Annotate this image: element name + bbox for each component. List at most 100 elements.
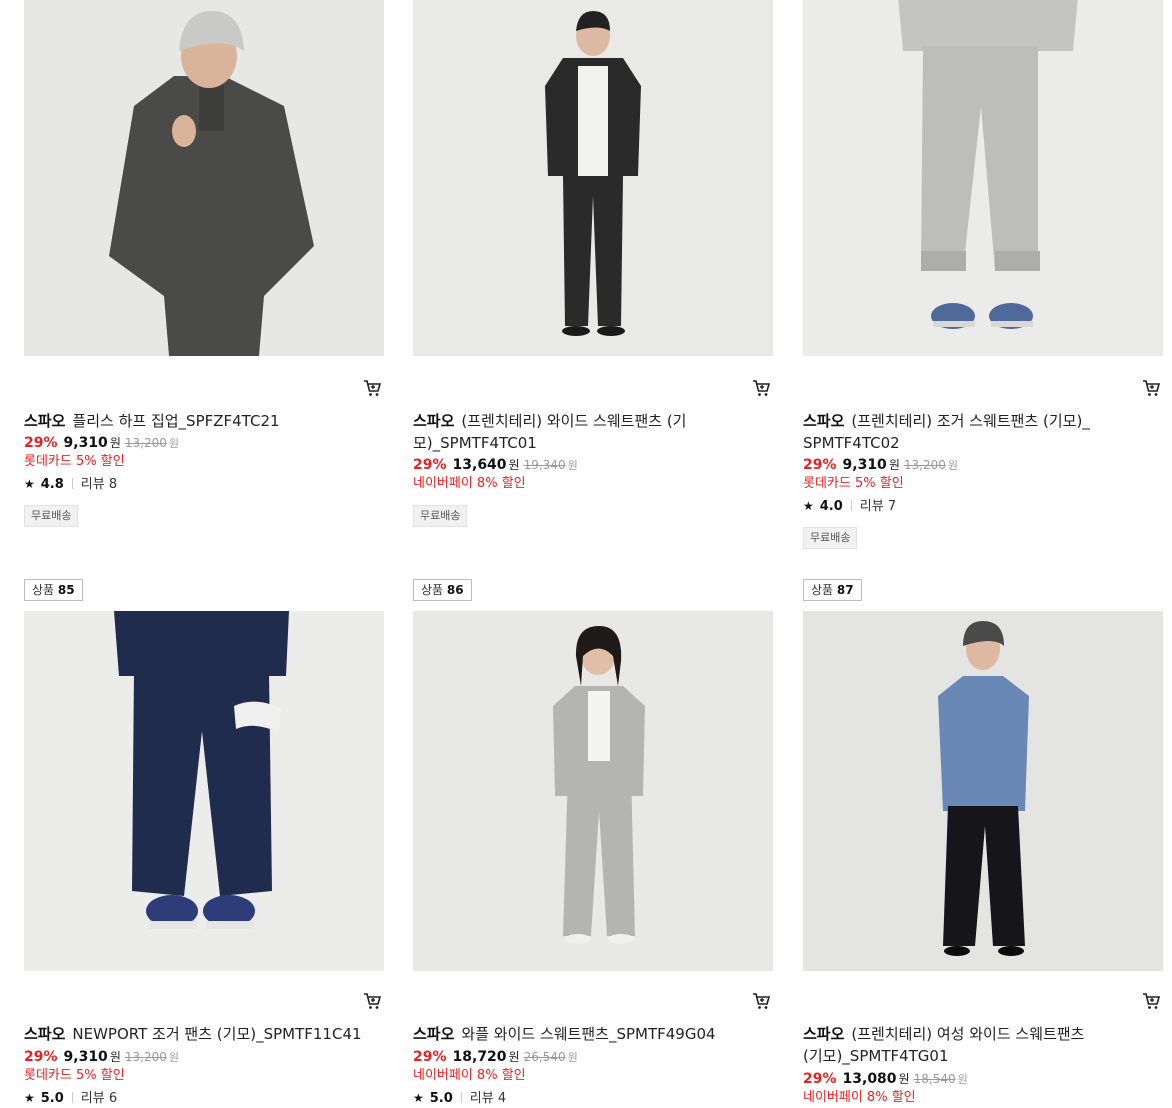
original-price: 13,200 [124,1050,167,1064]
price-row: 29% 9,310 원 13,200 원 [803,455,958,476]
currency-unit: 원 [508,1050,520,1064]
product-name: 플리스 하프 집업_SPFZF4TC21 [72,412,280,430]
product-title[interactable]: 스파오 와플 와이드 스웨트팬츠_SPMTF49G04 [413,1023,753,1045]
currency-unit: 원 [168,437,179,450]
original-price: 26,540 [523,1050,566,1064]
cart-icon[interactable] [1141,378,1161,398]
divider [71,478,73,489]
divider [71,1092,73,1103]
rating-score: 4.0 [819,499,843,514]
price-row: 29% 18,720 원 26,540 원 [413,1047,578,1068]
rating-score: 5.0 [40,1091,64,1106]
divider [460,1092,462,1103]
price-row: 29% 9,310 원 13,200 원 [24,1047,179,1068]
product-image[interactable] [803,611,1163,971]
free-shipping-tag: 무료배송 [24,505,79,527]
original-price: 19,340 [523,458,566,472]
rank-label: 상품 [811,583,834,597]
rank-number: 85 [57,583,75,597]
rating-row: ★ 5.0 리뷰 4 [413,1089,506,1108]
discount-rate: 29% [24,435,58,451]
rank-badge: 상품 86 [413,579,472,601]
currency-unit: 원 [888,458,900,472]
star-icon: ★ [24,477,35,491]
card-promo: 롯데카드 5% 할인 [803,476,904,491]
sale-price: 9,310 [842,457,887,473]
brand-name: 스파오 [24,1025,66,1043]
rank-number: 86 [446,583,464,597]
sale-price: 13,080 [842,1071,897,1087]
brand-name: 스파오 [803,1025,845,1043]
cart-icon[interactable] [751,378,771,398]
product-image[interactable] [803,0,1163,356]
currency-unit: 원 [567,1051,578,1064]
product-name: (프렌치테리) 와이드 스웨트팬츠 (기모)_SPMTF4TC01 [413,412,687,452]
rank-badge: 상품 85 [24,579,83,601]
rank-number: 87 [836,583,854,597]
currency-unit: 원 [957,1073,968,1086]
product-title[interactable]: 스파오 (프렌치테리) 조거 스웨트팬츠 (기모)_SPMTF4TC02 [803,410,1093,454]
product-name: (프렌치테리) 여성 와이드 스웨트팬츠 (기모)_SPMTF4TG01 [803,1025,1085,1065]
currency-unit: 원 [567,459,578,472]
rank-badge: 상품 87 [803,579,862,601]
original-price: 13,200 [124,436,167,450]
currency-unit: 원 [947,459,958,472]
star-icon: ★ [24,1091,35,1105]
sale-price: 13,640 [452,457,507,473]
product-image[interactable] [413,611,773,971]
cart-icon[interactable] [751,991,771,1011]
rank-label: 상품 [421,583,444,597]
original-price: 18,540 [913,1072,956,1086]
product-title[interactable]: 스파오 플리스 하프 집업_SPFZF4TC21 [24,410,314,432]
rating-row: ★ 4.8 리뷰 8 [24,475,117,494]
currency-unit: 원 [109,436,121,450]
card-promo: 네이버페이 8% 할인 [803,1090,916,1105]
card-promo: 네이버페이 8% 할인 [413,1068,526,1083]
product-image[interactable] [413,0,773,356]
card-promo: 롯데카드 5% 할인 [24,454,125,469]
free-shipping-tag: 무료배송 [413,505,468,527]
rating-score: 4.8 [40,477,64,492]
product-title[interactable]: 스파오 NEWPORT 조거 팬츠 (기모)_SPMTF11C41 [24,1023,364,1045]
product-image[interactable] [24,0,384,356]
discount-rate: 29% [803,1071,837,1087]
sale-price: 9,310 [63,1049,108,1065]
discount-rate: 29% [803,457,837,473]
rank-label: 상품 [32,583,55,597]
free-shipping-tag: 무료배송 [803,527,858,549]
brand-name: 스파오 [413,412,455,430]
product-image[interactable] [24,611,384,971]
currency-unit: 원 [168,1051,179,1064]
review-count: 리뷰 6 [80,1091,118,1106]
sale-price: 18,720 [452,1049,507,1065]
brand-name: 스파오 [24,412,66,430]
product-title[interactable]: 스파오 (프렌치테리) 여성 와이드 스웨트팬츠 (기모)_SPMTF4TG01 [803,1023,1093,1067]
card-promo: 네이버페이 8% 할인 [413,476,526,491]
sale-price: 9,310 [63,435,108,451]
currency-unit: 원 [508,458,520,472]
rating-row: ★ 4.0 리뷰 7 [803,497,896,516]
cart-icon[interactable] [362,991,382,1011]
discount-rate: 29% [413,457,447,473]
product-title[interactable]: 스파오 (프렌치테리) 와이드 스웨트팬츠 (기모)_SPMTF4TC01 [413,410,703,454]
discount-rate: 29% [413,1049,447,1065]
discount-rate: 29% [24,1049,58,1065]
divider [850,500,852,511]
product-name: NEWPORT 조거 팬츠 (기모)_SPMTF11C41 [72,1025,362,1043]
brand-name: 스파오 [413,1025,455,1043]
original-price: 13,200 [903,458,946,472]
product-grid: 스파오 플리스 하프 집업_SPFZF4TC21 29% 9,310 원 13,200 원… [0,0,1172,1108]
rating-score: 5.0 [429,1091,453,1106]
star-icon: ★ [413,1091,424,1105]
product-name: (프렌치테리) 조거 스웨트팬츠 (기모)_SPMTF4TC02 [803,412,1090,452]
price-row: 29% 9,310 원 13,200 원 [24,433,179,454]
card-promo: 롯데카드 5% 할인 [24,1068,125,1083]
cart-icon[interactable] [1141,991,1161,1011]
star-icon: ★ [803,499,814,513]
review-count: 리뷰 7 [859,499,897,514]
review-count: 리뷰 4 [469,1091,507,1106]
cart-icon[interactable] [362,378,382,398]
brand-name: 스파오 [803,412,845,430]
review-count: 리뷰 8 [80,477,118,492]
rating-row: ★ 5.0 리뷰 6 [24,1089,117,1108]
